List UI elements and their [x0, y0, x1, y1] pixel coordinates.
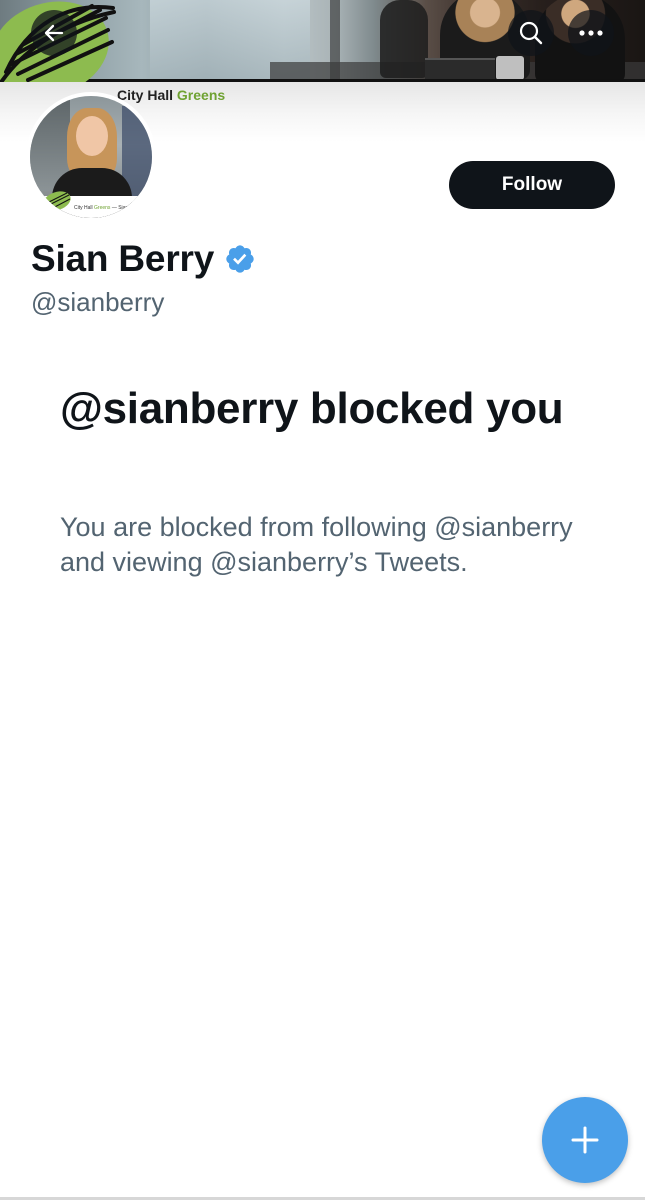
search-button[interactable] — [508, 10, 554, 56]
display-name: Sian Berry — [31, 238, 215, 279]
blocked-title: @sianberry blocked you — [60, 384, 564, 433]
banner-laptop — [425, 58, 495, 80]
logo-text-accent: Greens — [176, 87, 226, 103]
banner-cup — [496, 56, 524, 80]
leaf-logo-icon — [43, 191, 71, 211]
more-horizontal-icon — [579, 30, 603, 36]
profile-handle: @sianberry — [31, 287, 165, 317]
more-options-button[interactable] — [568, 10, 614, 56]
avatar-caption-main: City Hall — [74, 205, 93, 211]
logo-text-main: City Hall — [117, 87, 174, 103]
profile-page: City Hall Greens City Hall Greens — Sian — [0, 0, 645, 1200]
avatar-caption-accent: Greens — [94, 205, 111, 211]
avatar-photo: City Hall Greens — Sian — [30, 96, 152, 218]
compose-tweet-button[interactable] — [542, 1097, 628, 1183]
avatar-face — [76, 116, 108, 156]
follow-button[interactable]: Follow — [449, 161, 615, 209]
plus-icon — [571, 1126, 599, 1154]
avatar-caption: City Hall Greens — Sian — [74, 205, 128, 211]
banner-chair — [380, 0, 428, 78]
profile-name-row: Sian Berry — [31, 238, 256, 280]
arrow-left-icon — [44, 24, 64, 42]
avatar-caption-suffix: — Sian — [111, 205, 129, 211]
search-icon — [519, 21, 543, 45]
verified-badge-icon[interactable] — [224, 243, 256, 275]
back-button[interactable] — [31, 10, 77, 56]
blocked-description: You are blocked from following @sianberr… — [60, 512, 573, 577]
banner-logo-text: City Hall Greens — [117, 87, 225, 103]
avatar[interactable]: City Hall Greens — Sian — [26, 92, 156, 222]
